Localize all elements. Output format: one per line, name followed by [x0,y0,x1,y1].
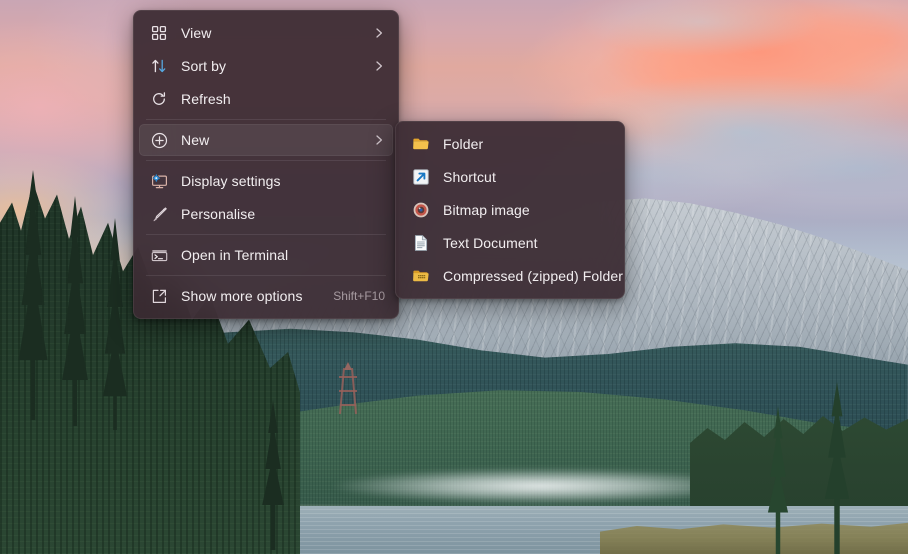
wallpaper-pylon [338,362,358,414]
submenu-item-label: Compressed (zipped) Folder [443,268,624,284]
menu-separator [146,160,386,161]
monitor-gear-icon [149,171,169,191]
submenu-item-label: Folder [443,136,484,152]
submenu-item-bitmap-image[interactable]: Bitmap image [401,194,619,226]
menu-item-label: Display settings [181,173,281,189]
submenu-item-label: Shortcut [443,169,496,185]
terminal-icon [149,245,169,265]
menu-item-label: Show more options [181,288,303,304]
grid-icon [149,23,169,43]
menu-item-accelerator: Shift+F10 [333,289,385,303]
submenu-item-text-document[interactable]: Text Document [401,227,619,259]
menu-item-refresh[interactable]: Refresh [139,83,393,115]
bitmap-image-icon [411,200,431,220]
menu-item-personalise[interactable]: Personalise [139,198,393,230]
menu-item-new[interactable]: New [139,124,393,156]
menu-item-label: Personalise [181,206,256,222]
submenu-item-shortcut[interactable]: Shortcut [401,161,619,193]
submenu-item-folder[interactable]: Folder [401,128,619,160]
menu-item-label: Open in Terminal [181,247,289,263]
new-submenu[interactable]: Folder Shortcut Bitmap image Text Docume… [395,121,625,299]
menu-separator [146,119,386,120]
menu-item-label: New [181,132,210,148]
chevron-right-icon [373,27,385,39]
text-document-icon [411,233,431,253]
menu-item-display-settings[interactable]: Display settings [139,165,393,197]
folder-icon [411,134,431,154]
plus-circle-icon [149,130,169,150]
submenu-item-compressed-folder[interactable]: Compressed (zipped) Folder [401,260,623,292]
desktop[interactable]: View Sort by Refresh New Display setting… [0,0,908,554]
menu-item-view[interactable]: View [139,17,393,49]
menu-separator [146,275,386,276]
submenu-item-label: Bitmap image [443,202,530,218]
menu-item-label: Refresh [181,91,231,107]
menu-item-sort-by[interactable]: Sort by [139,50,393,82]
shortcut-arrow-icon [411,167,431,187]
menu-item-open-in-terminal[interactable]: Open in Terminal [139,239,393,271]
paintbrush-icon [149,204,169,224]
desktop-context-menu[interactable]: View Sort by Refresh New Display setting… [133,10,399,319]
chevron-right-icon [373,134,385,146]
submenu-item-label: Text Document [443,235,538,251]
chevron-right-icon [373,60,385,72]
menu-item-show-more-options[interactable]: Show more options Shift+F10 [139,280,393,312]
refresh-icon [149,89,169,109]
zipped-folder-icon [411,266,431,286]
menu-separator [146,234,386,235]
expand-arrow-icon [149,286,169,306]
menu-item-label: Sort by [181,58,227,74]
menu-item-label: View [181,25,212,41]
sort-arrows-icon [149,56,169,76]
